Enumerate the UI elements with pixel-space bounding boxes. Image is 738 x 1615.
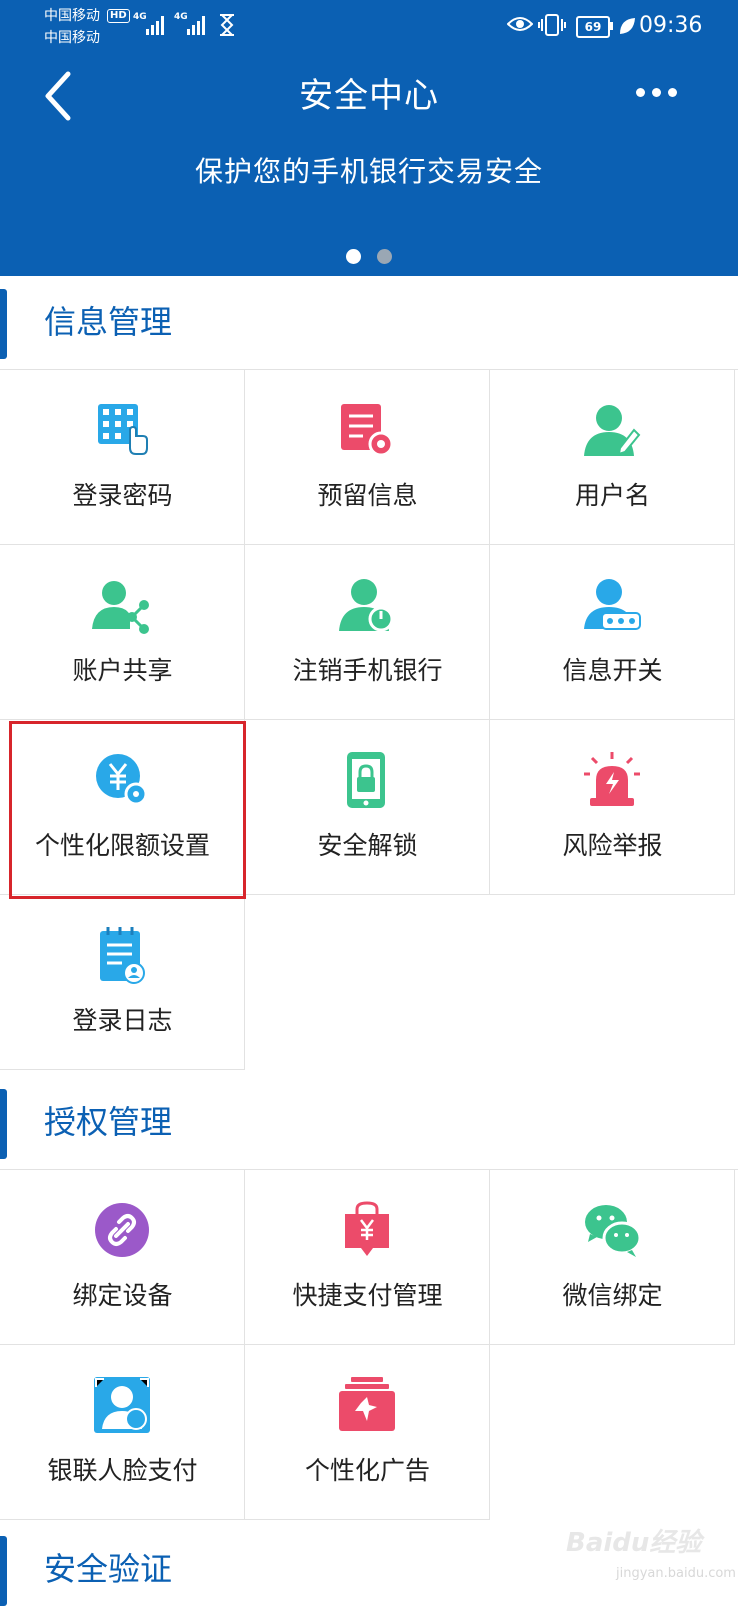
- grid-item-label: 绑定设备: [72, 1281, 173, 1310]
- network-type-2: 4G: [174, 12, 188, 22]
- watermark-text: Baidu经验: [566, 1528, 702, 1558]
- battery-tip: [610, 22, 613, 30]
- document-settings-icon: [341, 404, 394, 457]
- grid-item-deregister[interactable]: 注销手机银行: [245, 545, 490, 720]
- section-accent-bar: [0, 289, 7, 359]
- grid-item-account-share[interactable]: 账户共享: [0, 545, 245, 720]
- section-title: 安全验证: [44, 1550, 173, 1588]
- hd-badge: HD: [107, 9, 130, 23]
- section-title: 授权管理: [44, 1103, 173, 1141]
- wechat-icon: [585, 1205, 642, 1257]
- grid-item-wechat-bind[interactable]: 微信绑定: [490, 1170, 735, 1345]
- grid-item-label: 银联人脸支付: [47, 1456, 198, 1485]
- vibrate-icon: [538, 14, 566, 36]
- carousel-dot-active[interactable]: [346, 249, 361, 264]
- user-edit-icon: [584, 405, 641, 456]
- grid-item-label: 预留信息: [317, 481, 418, 510]
- grid-item-label: 登录日志: [72, 1006, 173, 1035]
- signal-bars-icon: [187, 16, 205, 35]
- keypad-icon: [98, 404, 148, 455]
- section-header-authorization: 授权管理: [0, 1076, 738, 1168]
- more-dot-icon: [636, 88, 645, 97]
- grid-item-label: 风险举报: [562, 831, 663, 860]
- section-accent-bar: [0, 1089, 7, 1159]
- grid-item-login-log[interactable]: 登录日志: [0, 895, 245, 1070]
- grid-item-bind-device[interactable]: 绑定设备: [0, 1170, 245, 1345]
- highlight-box: [9, 721, 246, 899]
- grid-item-label: 安全解锁: [317, 831, 418, 860]
- hourglass-icon: [220, 14, 234, 36]
- grid-item-username[interactable]: 用户名: [490, 370, 735, 545]
- leaf-icon: [620, 18, 635, 34]
- signal-bars-icon: [146, 16, 164, 35]
- grid-item-label: 账户共享: [72, 656, 173, 685]
- carousel-dot[interactable]: [377, 249, 392, 264]
- phone-lock-icon: [347, 752, 385, 808]
- shopping-bag-icon: [345, 1201, 389, 1256]
- network-type-1: 4G: [133, 12, 147, 22]
- carrier-1: 中国移动: [44, 8, 100, 24]
- watermark-sub: jingyan.baidu.com: [616, 1566, 736, 1581]
- info-management-grid: 登录密码 预留信息 用户名 账户共享 注销手机银行 信息开关 个性化限额设置 安…: [0, 369, 738, 1070]
- grid-item-label: 快捷支付管理: [292, 1281, 443, 1310]
- section-header-info-management: 信息管理: [0, 276, 738, 368]
- more-button[interactable]: [636, 86, 686, 100]
- advertisement-icon: [339, 1377, 395, 1431]
- link-icon: [95, 1203, 149, 1257]
- grid-item-reserved-info[interactable]: 预留信息: [245, 370, 490, 545]
- grid-item-label: 注销手机银行: [292, 656, 443, 685]
- header: 中国移动 HD 中国移动 4G 4G 69 09:36 安全中心 保护您的手机银…: [0, 0, 738, 276]
- alarm-icon: [584, 752, 640, 806]
- user-power-icon: [339, 579, 394, 632]
- grid-item-personal-ads[interactable]: 个性化广告: [245, 1345, 490, 1520]
- more-dot-icon: [652, 88, 661, 97]
- more-dot-icon: [668, 88, 677, 97]
- clock-time: 09:36: [639, 13, 703, 38]
- status-bar: 中国移动 HD 中国移动 4G 4G 69 09:36: [0, 0, 738, 58]
- user-share-icon: [92, 581, 149, 634]
- grid-item-face-pay[interactable]: 银联人脸支付: [0, 1345, 245, 1520]
- grid-item-security-unlock[interactable]: 安全解锁: [245, 720, 490, 895]
- authorization-grid: 绑定设备 快捷支付管理 微信绑定 银联人脸支付 个性化广告: [0, 1169, 738, 1521]
- eye-icon: [507, 17, 533, 31]
- carrier-2: 中国移动: [44, 30, 100, 46]
- page-title: 安全中心: [299, 76, 439, 116]
- grid-item-login-password[interactable]: 登录密码: [0, 370, 245, 545]
- grid-item-quick-pay[interactable]: 快捷支付管理: [245, 1170, 490, 1345]
- grid-item-label: 用户名: [574, 481, 650, 510]
- grid-item-label: 信息开关: [562, 656, 663, 685]
- banner-text[interactable]: 保护您的手机银行交易安全: [0, 152, 738, 192]
- grid-item-risk-report[interactable]: 风险举报: [490, 720, 735, 895]
- grid-item-info-switch[interactable]: 信息开关: [490, 545, 735, 720]
- watermark: Baidu经验 jingyan.baidu.com: [566, 1522, 736, 1581]
- grid-item-label: 微信绑定: [562, 1281, 663, 1310]
- section-title: 信息管理: [44, 303, 173, 341]
- user-password-icon: [584, 579, 641, 630]
- grid-item-label: 个性化广告: [304, 1456, 430, 1485]
- grid-item-label: 登录密码: [72, 481, 173, 510]
- battery-indicator: 69: [576, 16, 610, 38]
- section-accent-bar: [0, 1536, 7, 1606]
- log-notebook-icon: [100, 927, 145, 984]
- face-pay-icon: [94, 1377, 150, 1433]
